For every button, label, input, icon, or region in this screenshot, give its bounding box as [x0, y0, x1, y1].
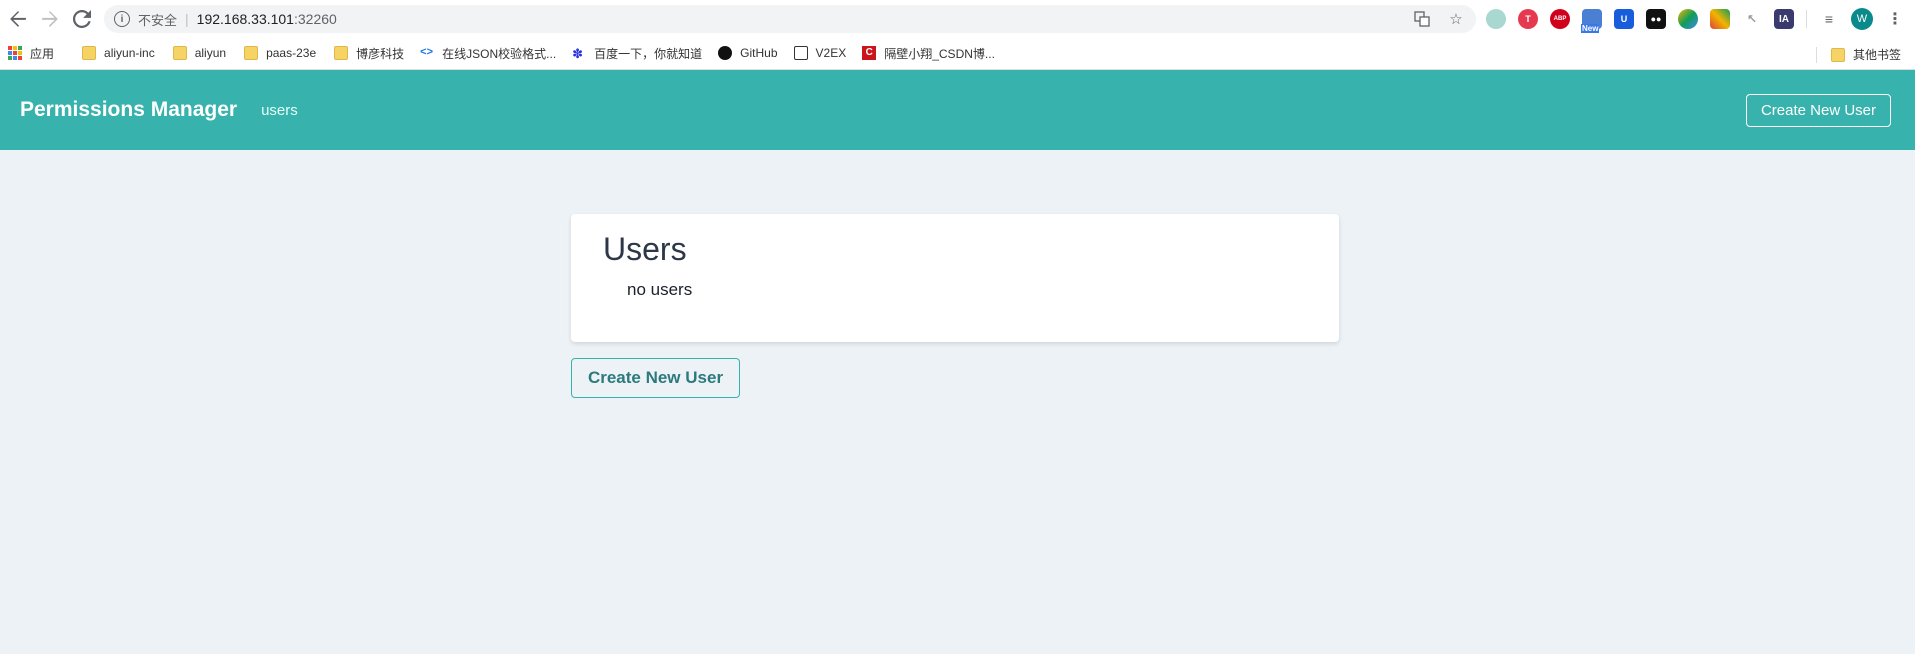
bookmarks-bar: 应用 aliyun-inc aliyun paas-23e 博彦科技 <> 在线… [0, 37, 1915, 70]
other-bookmarks-label: 其他书签 [1852, 48, 1901, 62]
github-icon [718, 46, 733, 60]
folder-icon [82, 46, 97, 60]
ia-icon[interactable]: IA [1774, 9, 1794, 29]
extension-red-icon[interactable]: T [1518, 9, 1538, 29]
bookmark-label: GitHub [740, 46, 778, 60]
csdn-icon: C [862, 46, 877, 60]
browser-toolbar: i 不安全 | 192.168.33.101 :32260 ☆ T ABP Ne… [0, 0, 1915, 37]
v2ex-icon [793, 46, 808, 60]
forward-icon[interactable] [34, 3, 66, 35]
chrome-ext-icon[interactable] [1710, 9, 1730, 29]
url-host: 192.168.33.101 [196, 11, 294, 27]
extension-multicolor-icon[interactable] [1678, 9, 1698, 29]
bookmark-label: 应用 [30, 46, 55, 61]
security-label: 不安全 [138, 12, 178, 28]
nav-users-link[interactable]: users [261, 102, 298, 119]
folder-icon [172, 46, 187, 60]
bookmark-baidu[interactable]: ✽ 百度一下，你就知道 [572, 45, 702, 62]
bookmark-label: 百度一下，你就知道 [594, 46, 703, 61]
address-separator: | [185, 11, 189, 27]
bookmark-label: aliyun [194, 46, 227, 60]
menu-kebab-icon[interactable]: ⋮ [1885, 9, 1905, 29]
bookmark-csdn[interactable]: C 隔壁小翔_CSDN博... [862, 45, 995, 62]
info-icon[interactable]: i [114, 11, 130, 27]
bookmark-divider [1815, 46, 1817, 63]
toolbar-divider [1806, 10, 1807, 28]
bookmark-label: aliyun-inc [104, 46, 155, 60]
star-icon[interactable]: ☆ [1446, 9, 1466, 29]
header-create-user-button[interactable]: Create New User [1745, 94, 1891, 127]
page-title: Users [603, 231, 687, 267]
bookmark-boyan[interactable]: 博彦科技 [334, 45, 404, 62]
extension-circle-icon[interactable] [1486, 9, 1506, 29]
profile-avatar[interactable]: W [1851, 8, 1873, 30]
folder-icon [334, 46, 349, 60]
media-queue-icon[interactable]: ≡ [1819, 9, 1839, 29]
bookmark-v2ex[interactable]: V2EX [793, 46, 847, 60]
code-icon: <> [420, 46, 433, 58]
bookmark-github[interactable]: GitHub [718, 46, 778, 60]
bookmark-label: 在线JSON校验格式... [442, 46, 557, 61]
bookmark-label: 博彦科技 [356, 46, 405, 61]
back-icon[interactable] [2, 3, 34, 35]
adblock-plus-icon[interactable]: ABP [1550, 9, 1570, 29]
bookmark-apps[interactable]: 应用 [8, 45, 54, 62]
brand-title[interactable]: Permissions Manager [20, 98, 237, 122]
bookmark-json[interactable]: <> 在线JSON校验格式... [420, 45, 556, 62]
bookmark-label: V2EX [815, 46, 847, 60]
create-user-button[interactable]: Create New User [571, 358, 740, 398]
bookmark-aliyun-inc[interactable]: aliyun-inc [82, 46, 155, 60]
translate-icon[interactable] [1412, 9, 1432, 29]
tampermonkey-icon[interactable]: ●● [1646, 9, 1666, 29]
bookmark-label: paas-23e [266, 46, 317, 60]
bookmark-label: 隔壁小翔_CSDN博... [884, 46, 995, 61]
users-card: Users no users [571, 214, 1339, 342]
url-port: :32260 [293, 11, 337, 27]
folder-icon [244, 46, 259, 60]
apps-icon [8, 46, 22, 60]
other-bookmarks[interactable]: 其他书签 [1815, 46, 1901, 63]
new-badge: New [1581, 24, 1600, 33]
folder-icon [1830, 47, 1845, 62]
empty-state-text: no users [627, 280, 693, 300]
bookmark-paas[interactable]: paas-23e [244, 46, 316, 60]
address-bar[interactable]: i 不安全 | 192.168.33.101 :32260 ☆ [104, 5, 1476, 33]
reload-icon[interactable] [66, 3, 98, 35]
cursor-icon[interactable]: ↖ [1742, 9, 1762, 29]
app-header: Permissions Manager users Create New Use… [0, 70, 1915, 150]
new-extension-icon[interactable]: New [1581, 9, 1602, 33]
bookmark-aliyun[interactable]: aliyun [172, 46, 227, 60]
baidu-icon: ✽ [572, 46, 584, 61]
bitwarden-icon[interactable]: U [1614, 9, 1634, 29]
